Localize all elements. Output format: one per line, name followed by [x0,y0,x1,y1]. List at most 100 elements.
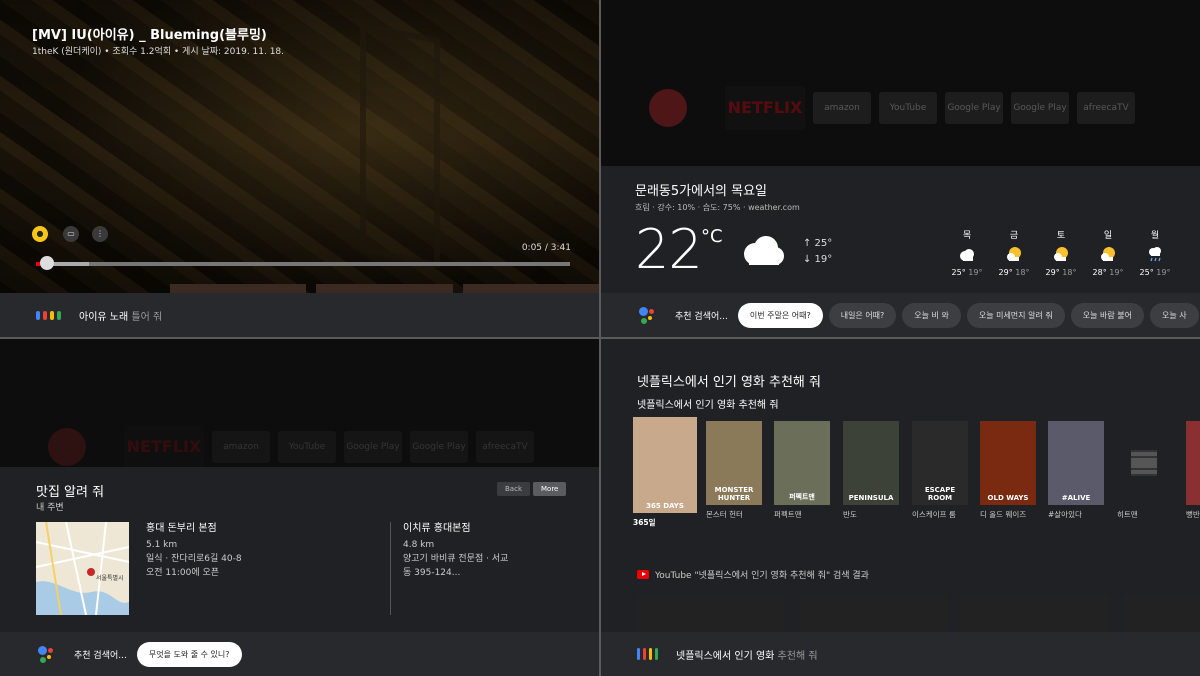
afreecatv-tile[interactable]: afreecaTV [476,431,534,463]
restaurant-card: 맛집 알려 줘 내 주변 Back More 서울특별시 홍대 돈부리 본점 5… [0,467,599,632]
current-temperature: 22 [635,218,703,281]
more-vert-icon[interactable]: ⋮ [92,226,108,242]
temperature-unit: °C [701,226,723,247]
suggestion-chip[interactable]: 무엇을 도와 줄 수 있니? [136,641,242,667]
netflix-tile[interactable]: NETFLIX [725,86,805,130]
assistant-bar: 넷플릭스에서 인기 영화 추천해 줘 [601,632,1200,676]
netflix-panel: 넷플릭스에서 인기 영화 추천해 줘 넷플릭스에서 인기 영화 추천해 줘 36… [601,339,1200,676]
poster-title: 반도 [843,510,857,519]
results-heading: 넷플릭스에서 인기 영화 추천해 줘 [637,375,821,390]
poster-title: #살아있다 [1048,510,1082,519]
cloud-icon [744,236,784,265]
rain-icon [1149,247,1161,262]
youtube-thumbnails [637,595,1200,635]
poster-title: 몬스터 헌터 [706,510,743,519]
poster-title: 히트맨 [1117,510,1138,519]
netflix-tile[interactable]: NETFLIX [124,425,204,469]
weather-card: 문래동5가에서의 목요일 흐림 · 강수: 10% · 습도: 75% · we… [601,166,1200,294]
progress-bar[interactable] [36,262,570,266]
movie-poster[interactable]: #ALIVE #살아있다 [1048,421,1104,520]
youtube-tile[interactable]: YouTube [879,92,937,124]
suggestion-bar: 추천 검색어... 이번 주말은 어때? 내일은 어때? 오늘 비 와 오늘 미… [601,293,1200,337]
apps-grid-icon[interactable] [48,428,86,466]
video-title: [MV] IU(아이유) _ Blueming(블루밍) [32,28,267,43]
assistant-dots-icon [36,310,61,320]
google-play-tile[interactable]: Google Play [344,431,402,463]
movie-poster[interactable]: 퍼펙트맨 퍼펙트맨 [774,421,830,520]
youtube-thumbnail[interactable] [637,595,785,635]
map-thumbnail[interactable]: 서울특별시 [36,522,129,615]
forecast-day: 토 29° 18° [1045,231,1077,277]
movie-poster[interactable]: MONSTER HUNTER 몬스터 헌터 [706,421,762,520]
poster-title: 뻥반 [1186,510,1200,519]
forecast-day: 일 28° 19° [1092,231,1124,277]
suggestion-chip[interactable]: 오늘 비 와 [902,302,961,328]
assistant-bar: 아이유 노래 틀어 줘 [0,293,599,337]
map-label: 서울특별시 [96,574,124,582]
suggestion-chip[interactable]: 오늘 미세먼지 알려 줘 [966,302,1065,328]
assistant-logo-icon [36,644,56,664]
youtube-thumbnail[interactable] [1123,595,1200,635]
partly-sunny-icon [1101,247,1115,261]
partly-sunny-icon [1054,247,1068,261]
youtube-tile[interactable]: YouTube [278,431,336,463]
movie-poster[interactable]: 365 DAYS 365일 [633,417,697,528]
youtube-thumbnail[interactable] [799,595,947,635]
weather-subtitle: 흐림 · 강수: 10% · 습도: 75% · weather.com [635,203,800,212]
apps-grid-icon[interactable] [649,89,687,127]
forecast-day: 월 25° 19° [1139,231,1171,277]
forecast-day: 금 29° 18° [998,231,1030,277]
youtube-thumbnail[interactable] [961,595,1109,635]
high-low: ↑ 25° ↓ 19° [803,238,833,265]
assistant-utterance: 아이유 노래 틀어 줘 [79,311,163,323]
suggestion-label: 추천 검색어... [74,650,127,661]
google-play-games-tile[interactable]: Google Play [410,431,468,463]
restaurant-item-2[interactable]: 이치류 홍대본점 4.8 km 양고기 바비큐 전문점 · 서교 동 395-1… [403,522,508,580]
suggestion-bar: 추천 검색어... 무엇을 도와 줄 수 있니? [0,632,599,676]
more-button[interactable]: More [533,482,567,496]
youtube-results-header: YouTube "넷플릭스에서 인기 영화 추천해 줘" 검색 결과 [637,568,869,581]
movie-poster[interactable]: 히트맨 [1117,421,1173,520]
poster-art-text: ESCAPE ROOM [924,486,956,502]
film-placeholder-icon [1131,450,1157,476]
suggestion-label: 추천 검색어... [675,311,728,322]
google-play-tile[interactable]: Google Play [945,92,1003,124]
weather-panel: NETFLIX amazon YouTube Google Play Googl… [601,0,1200,337]
movie-poster[interactable]: OLD WAYS 디 올드 웨이즈 [980,421,1036,520]
suggestion-chip[interactable]: 이번 주말은 어때? [737,302,823,328]
forecast-day: 목 25° 19° [951,231,983,277]
poster-title: 이스케이프 룸 [912,510,956,519]
partly-sunny-icon [1007,247,1021,261]
weather-title: 문래동5가에서의 목요일 [635,184,768,199]
poster-title: 365일 [633,518,656,527]
home-app-row: NETFLIX amazon YouTube Google Play Googl… [649,86,1135,130]
movie-poster[interactable]: 뻥반 [1186,421,1200,520]
amazon-tile[interactable]: amazon [212,431,270,463]
afreecatv-tile[interactable]: afreecaTV [1077,92,1135,124]
suggestion-chip[interactable]: 내일은 어때? [828,302,897,328]
restaurant-panel: NETFLIX amazon YouTube Google Play Googl… [0,339,599,676]
captions-icon[interactable]: ▭ [63,226,79,242]
results-subheading: 넷플릭스에서 인기 영화 추천해 줘 [637,400,779,411]
movie-poster[interactable]: PENINSULA 반도 [843,421,899,520]
back-button[interactable]: Back [497,482,530,496]
video-meta: 1theK (원더케이) • 조회수 1.2억회 • 게시 날짜: 2019. … [32,47,285,57]
scrubber-handle[interactable] [39,256,54,270]
cloud-icon [960,249,974,261]
poster-art-text: OLD WAYS [987,494,1029,502]
poster-art-text: 365 DAYS [646,502,684,510]
poster-art-text: 퍼펙트맨 [789,493,815,501]
restaurant-item-1[interactable]: 홍대 돈부리 본점 5.1 km 일식 · 잔다리로6길 40-8 오전 11:… [146,522,242,580]
home-app-row: NETFLIX amazon YouTube Google Play Googl… [48,425,534,469]
channel-avatar-icon[interactable]: ● [32,226,48,242]
amazon-tile[interactable]: amazon [813,92,871,124]
poster-art-text: PENINSULA [848,494,894,502]
assistant-logo-icon [637,305,657,325]
suggestion-chip[interactable]: 오늘 사 [1149,302,1199,328]
video-player-panel: [MV] IU(아이유) _ Blueming(블루밍) 1theK (원더케이… [0,0,599,337]
playback-time: 0:05 / 3:41 [521,243,571,253]
movie-poster[interactable]: ESCAPE ROOM 이스케이프 룸 [912,421,968,520]
youtube-icon [637,570,649,579]
suggestion-chip[interactable]: 오늘 바람 불어 [1070,302,1144,328]
google-play-games-tile[interactable]: Google Play [1011,92,1069,124]
